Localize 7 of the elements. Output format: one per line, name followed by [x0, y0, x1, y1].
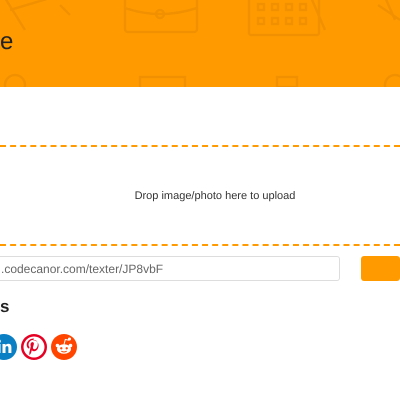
- reddit-icon[interactable]: [51, 334, 77, 360]
- pinterest-icon[interactable]: [21, 334, 47, 360]
- page-title: e: [0, 28, 14, 56]
- drop-zone[interactable]: Drop image/photo here to upload: [0, 145, 400, 246]
- url-field[interactable]: .codecanor.com/texter/JP8vbF: [0, 256, 340, 281]
- drop-hint: Drop image/photo here to upload: [134, 190, 296, 202]
- share-heading: s: [0, 297, 10, 317]
